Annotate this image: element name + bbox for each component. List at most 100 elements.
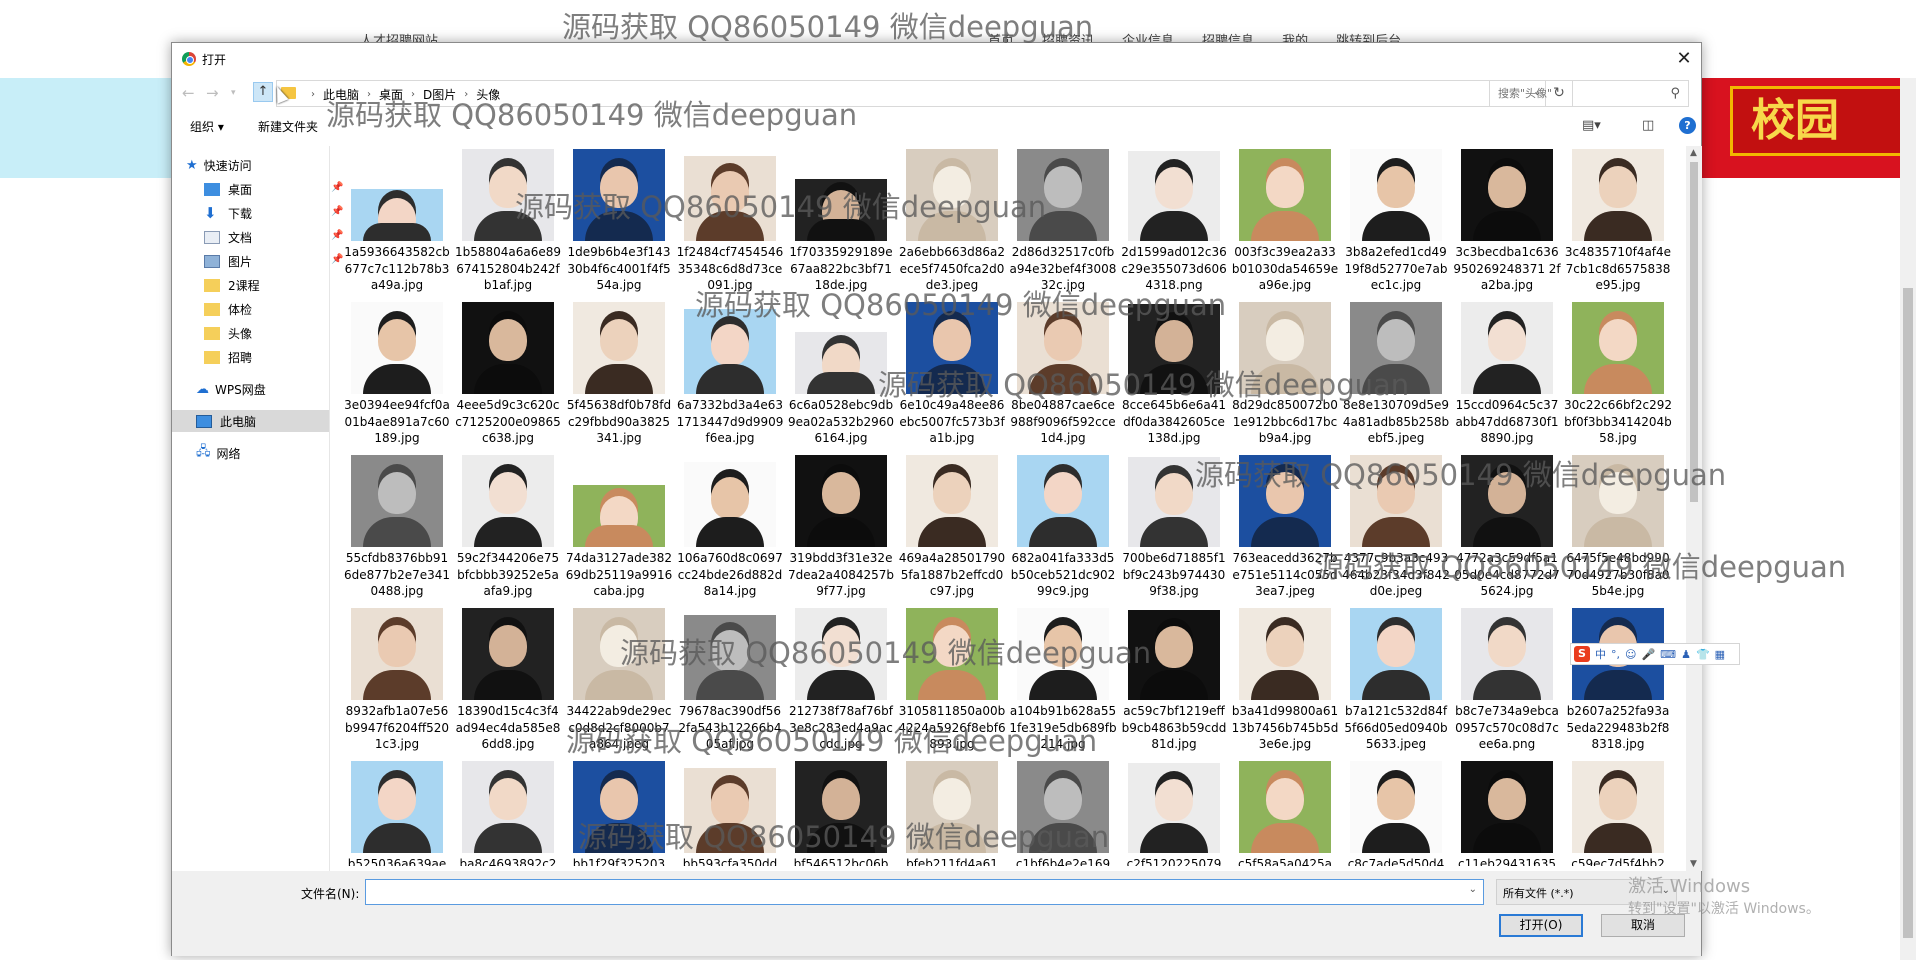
file-item[interactable]: 8e8e130709d5e94a81adb85b258bebf5.jpeg: [1342, 302, 1450, 447]
file-thumbnail[interactable]: [1572, 149, 1664, 241]
file-item[interactable]: c5f58a5a0425a: [1231, 761, 1339, 866]
grid-menu-icon[interactable]: ▦: [1715, 648, 1725, 661]
file-item[interactable]: 106a760d8c0697cc24bde26d882d8a14.jpg: [676, 455, 784, 600]
file-item[interactable]: bfeb211fd4a61: [898, 761, 1006, 866]
file-thumbnail[interactable]: [795, 149, 887, 241]
file-item[interactable]: 6a7332bd3a4e631713447d9d9909f6ea.jpg: [676, 302, 784, 447]
breadcrumb-d-pictures[interactable]: D图片: [423, 86, 456, 103]
file-thumbnail[interactable]: [684, 761, 776, 853]
file-thumbnail[interactable]: [1128, 608, 1220, 700]
file-thumbnail[interactable]: [1350, 608, 1442, 700]
file-thumbnail[interactable]: [906, 149, 998, 241]
skin-icon[interactable]: 👕: [1696, 648, 1710, 661]
preview-pane-icon[interactable]: ◫: [1642, 118, 1654, 133]
nav-this-pc[interactable]: 此电脑: [172, 410, 329, 432]
file-thumbnail[interactable]: [684, 608, 776, 700]
file-thumbnail[interactable]: [573, 302, 665, 394]
file-thumbnail[interactable]: [684, 149, 776, 241]
nav-network[interactable]: 🖧 网络: [196, 442, 241, 464]
file-thumbnail[interactable]: [1350, 302, 1442, 394]
file-item[interactable]: 55cfdb8376bb916de877b2e7e3410488.jpg: [343, 455, 451, 600]
file-item[interactable]: 2d86d32517c0fba94e32bef4f300832c.jpg: [1009, 149, 1117, 294]
open-button[interactable]: 打开(O): [1499, 914, 1583, 937]
file-thumbnail[interactable]: [1239, 302, 1331, 394]
file-item[interactable]: 2d1599ad012c36c29e355073d6064318.png: [1120, 149, 1228, 294]
view-options-icon[interactable]: ▤▾: [1582, 118, 1601, 133]
filename-input[interactable]: [366, 880, 1456, 904]
file-item[interactable]: 34422ab9de29ecc0d8d2cf8000b7a864.jpeg: [565, 608, 673, 753]
file-thumbnail[interactable]: [1017, 608, 1109, 700]
file-thumbnail[interactable]: [906, 608, 998, 700]
search-box[interactable]: ⚲: [1489, 80, 1689, 107]
breadcrumb-chevron-icon[interactable]: ›: [367, 89, 371, 100]
file-item[interactable]: b3a41d99800a6113b7456b745b5d3e6e.jpg: [1231, 608, 1339, 753]
file-thumbnail[interactable]: [1128, 761, 1220, 853]
file-item[interactable]: 74da3127ade38269db25119a9916caba.jpg: [565, 455, 673, 600]
file-thumbnail[interactable]: [795, 608, 887, 700]
keyboard-icon[interactable]: ⌨: [1660, 648, 1676, 661]
file-thumbnail[interactable]: [1461, 302, 1553, 394]
breadcrumb-this-pc[interactable]: 此电脑: [323, 86, 359, 103]
file-thumbnail[interactable]: [1239, 149, 1331, 241]
breadcrumb-avatars[interactable]: 头像: [476, 86, 500, 103]
breadcrumb-chevron-icon[interactable]: ›: [464, 89, 468, 100]
file-thumbnail[interactable]: [1239, 761, 1331, 853]
file-item[interactable]: a104b91b628a551fe319e5db689fb214.jpg: [1009, 608, 1117, 753]
pane-divider[interactable]: [329, 146, 330, 871]
file-thumbnail[interactable]: [351, 455, 443, 547]
file-thumbnail[interactable]: [795, 302, 887, 394]
file-item[interactable]: c2f5120225079: [1120, 761, 1228, 866]
file-item[interactable]: 6e10c49a48ee86ebc5007fc573b3fa1b.jpg: [898, 302, 1006, 447]
file-thumbnail[interactable]: [351, 302, 443, 394]
ime-mode-toggle[interactable]: 中: [1595, 646, 1606, 662]
file-thumbnail[interactable]: [1461, 455, 1553, 547]
file-thumbnail[interactable]: [795, 455, 887, 547]
file-thumbnail[interactable]: [1128, 302, 1220, 394]
file-item[interactable]: 59c2f344206e75bfcbbb39252e5aafa9.jpg: [454, 455, 562, 600]
file-thumbnail[interactable]: [795, 761, 887, 853]
up-arrow-icon[interactable]: ↑: [253, 82, 273, 102]
file-thumbnail[interactable]: [1128, 149, 1220, 241]
file-item[interactable]: 8be04887cae6ce988f9096f592cce1d4.jpg: [1009, 302, 1117, 447]
file-item[interactable]: 5f45638df0b78fdc29fbbd90a3825341.jpg: [565, 302, 673, 447]
page-scrollbar[interactable]: [1900, 78, 1916, 960]
file-item[interactable]: ba8c4693892c2: [454, 761, 562, 866]
recent-dropdown-icon[interactable]: ▾: [231, 88, 236, 98]
file-item[interactable]: 1a5936643582cb677c7c112b78b3a49a.jpg: [343, 149, 451, 294]
nav-quick-access[interactable]: ★ 快速访问: [186, 154, 252, 176]
scroll-down-arrow-icon[interactable]: ▼: [1690, 859, 1697, 869]
file-thumbnail[interactable]: [1572, 302, 1664, 394]
file-item[interactable]: b2607a252fa93a5eda229483b2f88318.jpg: [1564, 608, 1672, 753]
file-item[interactable]: 1f70335929189e67aa822bc3bf7118de.jpg: [787, 149, 895, 294]
user-icon[interactable]: ♟: [1681, 648, 1691, 661]
file-thumbnail[interactable]: [462, 149, 554, 241]
scroll-up-arrow-icon[interactable]: ▲: [1690, 148, 1697, 158]
file-item[interactable]: 469a4a285017905fa1887b2effcd0c97.jpg: [898, 455, 1006, 600]
file-item[interactable]: 8d29dc850072b01e912bbc6d17bcb9a4.jpg: [1231, 302, 1339, 447]
file-item[interactable]: bb1f29f325203: [565, 761, 673, 866]
file-thumbnail[interactable]: [1239, 608, 1331, 700]
file-thumbnail[interactable]: [1239, 455, 1331, 547]
file-thumbnail[interactable]: [573, 761, 665, 853]
breadcrumb-chevron-icon[interactable]: ›: [311, 89, 315, 100]
file-thumbnail[interactable]: [1461, 608, 1553, 700]
filter-dropdown-icon[interactable]: ⌄: [1662, 885, 1670, 896]
file-thumbnail[interactable]: [573, 608, 665, 700]
file-thumbnail[interactable]: [1350, 455, 1442, 547]
file-type-filter[interactable]: 所有文件 (*.*) ⌄: [1496, 879, 1677, 905]
organize-button[interactable]: 组织 ▾: [190, 118, 224, 135]
file-thumbnail[interactable]: [1017, 761, 1109, 853]
file-item[interactable]: 3b8a2efed1cd4919f8d52770e7abec1c.jpg: [1342, 149, 1450, 294]
file-item[interactable]: 79678ac390df562fa543b12266b405af.jpg: [676, 608, 784, 753]
nav-item-folder-checkup[interactable]: 体检: [204, 298, 252, 320]
file-item[interactable]: ac59c7bf1219effb9cb4863b59cdd81d.jpg: [1120, 608, 1228, 753]
file-item[interactable]: 8932afb1a07e56b9947f6204ff5201c3.jpg: [343, 608, 451, 753]
file-thumbnail[interactable]: [573, 455, 665, 547]
nav-item-folder-courses[interactable]: 2课程: [204, 274, 260, 296]
help-icon[interactable]: ?: [1679, 117, 1696, 134]
file-thumbnail[interactable]: [1128, 455, 1220, 547]
file-thumbnail[interactable]: [1017, 455, 1109, 547]
breadcrumb-chevron-icon[interactable]: ›: [411, 89, 415, 100]
file-thumbnail[interactable]: [462, 302, 554, 394]
file-item[interactable]: 3c3becdba1c636950269248371 2fa2ba.jpg: [1453, 149, 1561, 294]
